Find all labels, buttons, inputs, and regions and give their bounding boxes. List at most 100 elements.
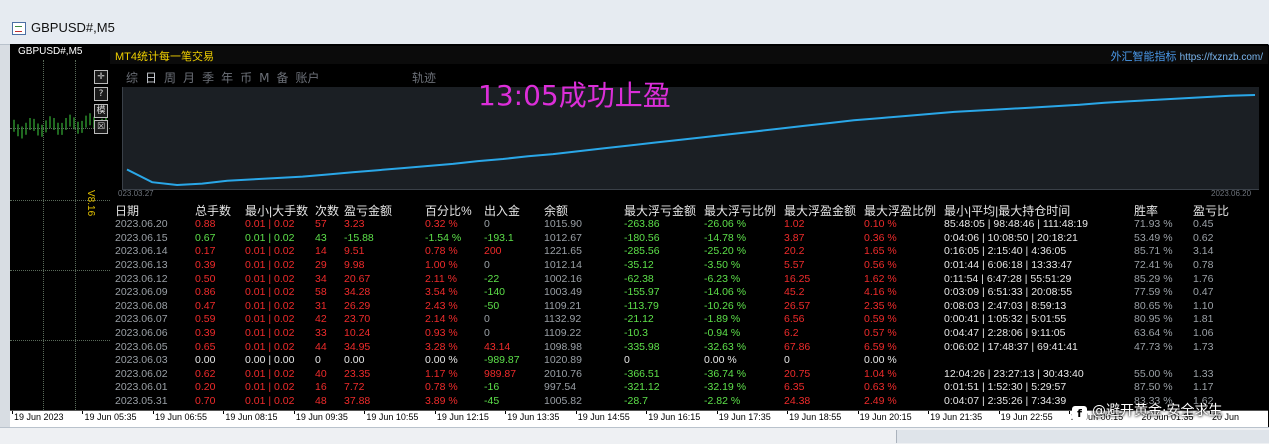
table-cell: -155.97 xyxy=(624,286,660,299)
table-cell: 16.25 xyxy=(784,272,811,285)
time-axis-label: 19 Jun 22:55 xyxy=(1000,412,1053,422)
table-cell: 3.54 % xyxy=(425,286,458,299)
table-cell: 1.06 xyxy=(1193,327,1214,340)
table-cell: 2023.06.06 xyxy=(115,327,168,340)
table-cell: 0.59 % xyxy=(864,313,897,326)
table-cell: -180.56 xyxy=(624,231,660,244)
table-cell: -2.82 % xyxy=(704,395,741,408)
table-cell: 0.62 xyxy=(195,367,216,380)
table-cell: 0.01 | 0.02 xyxy=(245,327,295,340)
table-cell: 0:03:09 | 6:51:33 | 20:08:55 xyxy=(944,286,1073,299)
table-cell: 0.00 xyxy=(195,354,216,367)
table-cell: 2.43 % xyxy=(425,299,458,312)
time-axis-label: 19 Jun 08:15 xyxy=(225,412,278,422)
tab-trail[interactable]: 轨迹 xyxy=(412,69,436,86)
table-cell: -10.3 xyxy=(624,327,648,340)
table-row[interactable]: 2023.06.02 0.62 0.01 | 0.02 40 23.35 1.17 % 98… xyxy=(112,368,1240,382)
table-row[interactable]: 2023.06.01 0.20 0.01 | 0.02 16 7.72 0.78 % -16… xyxy=(112,381,1240,395)
stats-body-viewport[interactable]: 2023.06.20 0.88 0.01 | 0.02 57 3.23 0.32 % 0 10… xyxy=(110,218,1268,408)
table-cell: 4.16 % xyxy=(864,286,897,299)
table-cell: -25.20 % xyxy=(704,245,747,258)
table-cell: 5.57 xyxy=(784,259,805,272)
table-row[interactable]: 2023.06.12 0.50 0.01 | 0.02 34 20.67 2.11 % -2… xyxy=(112,272,1240,286)
table-cell xyxy=(1131,354,1190,368)
watermark-text: @避开黄金·安全求生 xyxy=(1092,403,1223,419)
move-panel-icon[interactable]: ✛ xyxy=(94,70,108,84)
table-cell: 23.70 xyxy=(344,313,371,326)
tab-symbol[interactable]: 币 xyxy=(240,69,252,86)
template-icon[interactable]: 模 xyxy=(94,104,108,118)
grid-line xyxy=(43,60,44,410)
column-header: 最大浮盈比例 xyxy=(864,204,937,218)
table-row[interactable]: 2023.06.08 0.47 0.01 | 0.02 31 26.29 2.43 % -5… xyxy=(112,300,1240,314)
table-cell: 20.67 xyxy=(344,272,371,285)
table-row[interactable]: 2023.06.03 0.00 0.00 | 0.00 0 0.00 0.00 % -989… xyxy=(112,354,1240,368)
table-cell: 34 xyxy=(315,272,327,285)
site-url[interactable]: https://fxznzb.com/ xyxy=(1180,52,1263,63)
time-axis-label: 19 Jun 2023 xyxy=(14,412,64,422)
table-cell: 0:00:41 | 1:05:32 | 5:01:55 xyxy=(944,313,1067,326)
chart-tab[interactable] xyxy=(896,430,1269,443)
table-cell: 0.70 xyxy=(195,395,216,408)
table-cell: 0.50 xyxy=(195,272,216,285)
table-row[interactable]: 2023.06.06 0.39 0.01 | 0.02 33 10.24 0.93 % 0 1… xyxy=(112,327,1240,341)
table-cell: 0.39 xyxy=(195,327,216,340)
table-row[interactable]: 2023.06.15 0.67 0.01 | 0.02 43 -15.88 -1.54 %… xyxy=(112,232,1240,246)
table-cell: 0.01 | 0.02 xyxy=(245,395,295,408)
table-row[interactable]: 2023.06.09 0.86 0.01 | 0.02 58 34.28 3.54 % -1… xyxy=(112,286,1240,300)
table-cell: 2.11 % xyxy=(425,272,457,285)
table-cell: -35.12 xyxy=(624,259,654,272)
tab-month[interactable]: 月 xyxy=(183,69,195,86)
equity-start-date: 023.03.27 xyxy=(118,189,154,198)
chart-window-titlebar[interactable]: GBPUSD#,M5 xyxy=(0,0,1269,45)
table-cell: -989.87 xyxy=(484,354,520,367)
table-row[interactable]: 2023.06.05 0.65 0.01 | 0.02 44 34.95 3.28 % 43… xyxy=(112,340,1240,354)
table-cell: 0.36 % xyxy=(864,231,897,244)
table-cell: 57 xyxy=(315,218,327,231)
table-cell: 80.65 % xyxy=(1134,299,1173,312)
tab-week[interactable]: 周 xyxy=(164,69,176,86)
table-row[interactable]: 2023.05.31 0.70 0.01 | 0.02 48 37.88 3.89 % -4… xyxy=(112,395,1240,408)
table-cell: 0.78 % xyxy=(425,245,458,258)
table-cell: 1.17 % xyxy=(425,367,458,380)
time-axis-tick xyxy=(928,411,930,414)
table-row[interactable]: 2023.06.20 0.88 0.01 | 0.02 57 3.23 0.32 % 0 10… xyxy=(112,218,1240,232)
tab-summary[interactable]: 综 xyxy=(126,69,138,86)
indicator-site[interactable]: 外汇智能指标 https://fxznzb.com/ xyxy=(1111,48,1263,64)
tab-year[interactable]: 年 xyxy=(221,69,233,86)
table-cell: 0.20 xyxy=(195,381,216,394)
table-cell: 2023.06.03 xyxy=(115,354,168,367)
table-row[interactable]: 2023.06.13 0.39 0.01 | 0.02 29 9.98 1.00 % 0 10… xyxy=(112,259,1240,273)
tab-quarter[interactable]: 季 xyxy=(202,69,214,86)
table-cell: 0.01 | 0.02 xyxy=(245,259,295,272)
table-cell: -1.54 % xyxy=(425,231,462,244)
period-tabs: 综日周月季年币 M 备账户 xyxy=(126,69,327,86)
table-cell: 3.89 % xyxy=(425,395,458,408)
column-header: 余额 xyxy=(544,204,569,218)
column-header: 总手数 xyxy=(195,204,232,218)
table-cell: 989.87 xyxy=(484,367,517,380)
tab-magic[interactable]: M xyxy=(259,71,269,85)
table-row[interactable]: 2023.06.14 0.17 0.01 | 0.02 14 9.51 0.78 % 200… xyxy=(112,245,1240,259)
table-cell: -193.1 xyxy=(484,231,514,244)
tab-account[interactable]: 账户 xyxy=(295,69,319,86)
time-axis-label: 19 Jun 09:35 xyxy=(295,412,348,422)
table-cell: 33 xyxy=(315,327,327,340)
table-cell: 1.10 xyxy=(1193,299,1214,312)
tab-day[interactable]: 日 xyxy=(145,69,157,86)
stats-body: 2023.06.20 0.88 0.01 | 0.02 57 3.23 0.32 % 0 10… xyxy=(112,218,1240,408)
close-panel-icon[interactable]: ☒ xyxy=(94,120,108,134)
table-cell: 2010.76 xyxy=(544,367,582,380)
help-icon[interactable]: ? xyxy=(94,87,108,101)
table-row[interactable]: 2023.06.07 0.59 0.01 | 0.02 42 23.70 2.14 % 0 1… xyxy=(112,313,1240,327)
time-axis-label: 19 Jun 18:55 xyxy=(789,412,842,422)
table-cell: 0.01 | 0.02 xyxy=(245,299,295,312)
table-cell: 0:08:03 | 2:47:03 | 8:59:13 xyxy=(944,299,1067,312)
tab-comment[interactable]: 备 xyxy=(276,69,288,86)
table-cell: 12:04:26 | 23:27:13 | 30:43:40 xyxy=(944,367,1084,380)
table-cell: 0.01 | 0.02 xyxy=(245,367,295,380)
table-cell: 2023.06.05 xyxy=(115,340,168,353)
table-cell: 2.49 % xyxy=(864,395,897,408)
table-cell: 0.01 | 0.02 xyxy=(245,245,295,258)
column-header: 最大浮盈金额 xyxy=(784,204,857,218)
